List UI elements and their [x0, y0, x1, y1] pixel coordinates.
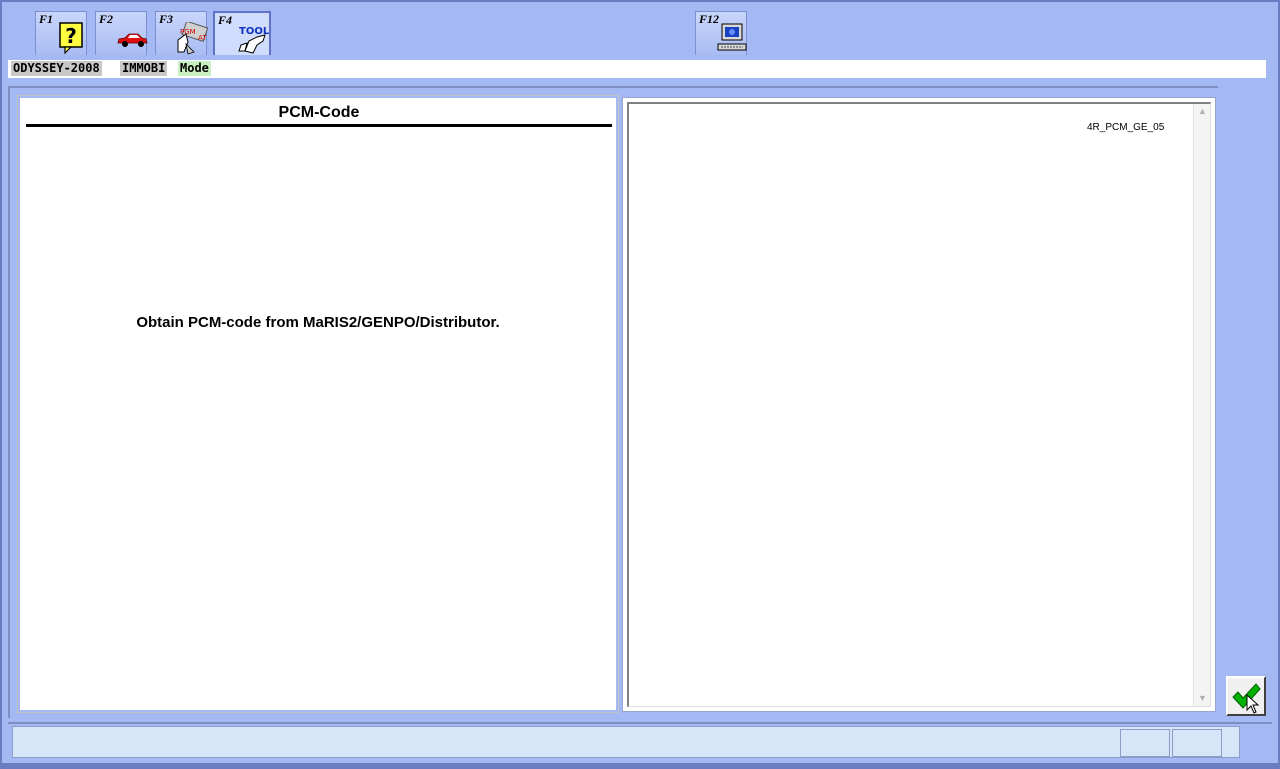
tool-icon: TOOL [238, 26, 270, 54]
window-frame-top [0, 0, 1280, 2]
status-indicator-2 [1172, 729, 1222, 757]
scroll-up-icon[interactable]: ▲ [1197, 106, 1208, 117]
status-indicator-1 [1120, 729, 1170, 757]
status-message-field [12, 726, 1240, 758]
vertical-scrollbar[interactable]: ▲ ▼ [1193, 104, 1210, 706]
at-icon-text: AT [198, 34, 207, 42]
computer-icon [717, 23, 747, 51]
pgm-fi-at-icon: PGM AT [177, 22, 208, 55]
f2-label: F2 [99, 12, 114, 26]
window-frame-left [0, 0, 2, 769]
help-icon: ? [59, 22, 83, 54]
confirm-button[interactable] [1226, 676, 1266, 716]
f3-label: F3 [159, 12, 174, 26]
pcm-code-panel: PCM-Code Obtain PCM-code from MaRIS2/GEN… [17, 95, 619, 713]
panel-title: PCM-Code [26, 102, 612, 127]
f1-help-button[interactable]: F1 ? [35, 11, 87, 55]
scroll-down-icon[interactable]: ▼ [1197, 693, 1208, 704]
screen-code-label: 4R_PCM_GE_05 [1087, 122, 1165, 133]
instruction-message: Obtain PCM-code from MaRIS2/GENPO/Distri… [136, 314, 500, 331]
breadcrumb: ODYSSEY-2008 IMMOBI Mode [8, 60, 1266, 78]
svg-text:?: ? [65, 24, 77, 48]
car-icon [117, 33, 148, 47]
info-text-area: 4R_PCM_GE_05 ▲ ▼ [627, 102, 1211, 707]
f3-pgm-fi-button[interactable]: F3 PGM AT [155, 11, 208, 55]
f2-vehicle-button[interactable]: F2 [95, 11, 148, 55]
window-frame-bottom [0, 763, 1280, 769]
f12-computer-button[interactable]: F12 [695, 11, 747, 55]
mouse-cursor-icon [1246, 694, 1260, 714]
f4-tool-button[interactable]: F4 TOOL [213, 11, 271, 55]
pgm-icon-text: PGM [180, 28, 196, 36]
breadcrumb-system: IMMOBI [120, 61, 168, 76]
f4-label: F4 [218, 13, 233, 27]
f1-label: F1 [39, 12, 54, 26]
breadcrumb-mode: Mode [178, 61, 211, 76]
breadcrumb-model: ODYSSEY-2008 [11, 61, 102, 76]
info-panel: 4R_PCM_GE_05 ▲ ▼ [622, 97, 1216, 712]
